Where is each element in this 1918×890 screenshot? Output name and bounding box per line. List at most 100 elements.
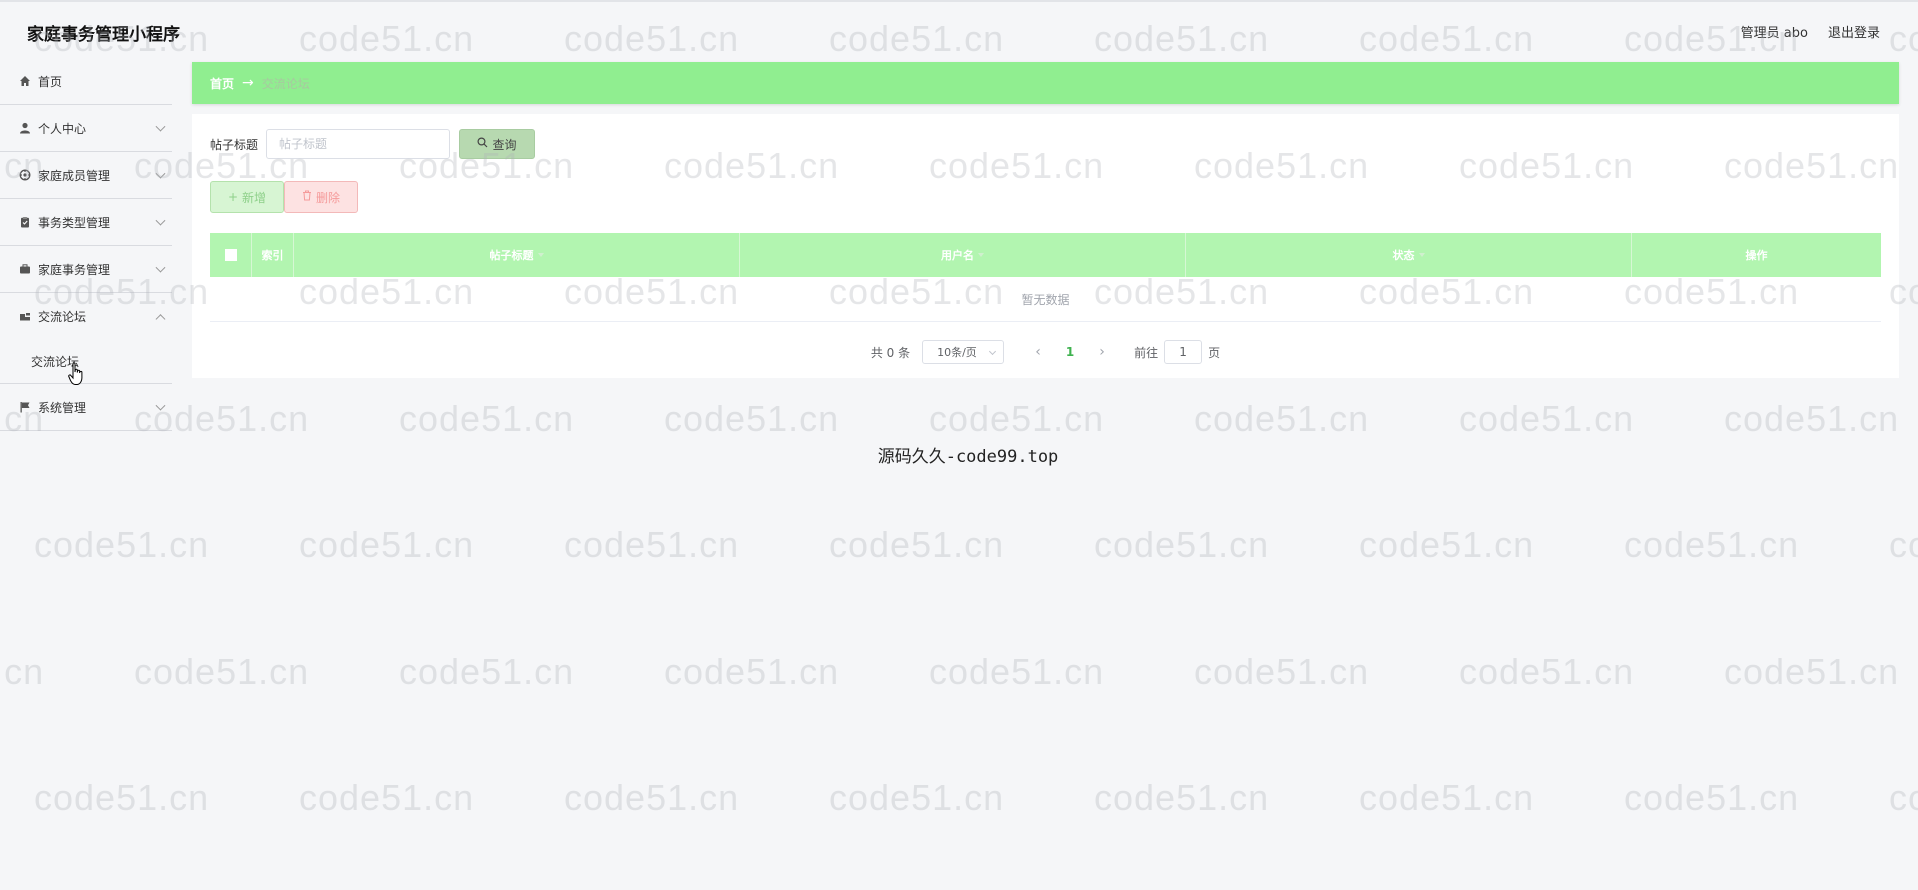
watermark-text: code51.cn [399,651,575,692]
watermark-text: code51.cn [1194,398,1370,439]
sidebar-item-personal-center[interactable]: 个人中心 [0,105,172,152]
sidebar-item-forum[interactable]: 交流论坛 [0,293,172,340]
trash-icon [302,190,312,204]
sidebar-item-label: 家庭事务管理 [38,262,111,277]
watermark-text: code51.cn [299,524,475,565]
breadcrumb-home-link[interactable]: 首页 [210,75,234,92]
watermark-text: code51.cn [1459,398,1635,439]
sidebar-item-label: 家庭成员管理 [38,168,111,183]
watermark-text: code51.cn [664,398,840,439]
sidebar-item-family-affairs[interactable]: 家庭事务管理 [0,246,172,293]
watermark-text: code51.cn [1624,524,1800,565]
sidebar-item-label: 事务类型管理 [38,215,111,230]
watermark-text: code51.cn [1624,777,1800,818]
add-button[interactable]: + 新增 [210,181,284,213]
breadcrumb-arrow-icon: → [242,75,254,91]
watermark-text: code51.cn [1724,398,1900,439]
add-button-label: 新增 [242,190,267,205]
prev-page-button[interactable]: ‹ [1024,344,1052,360]
gear-circle-icon [19,169,31,181]
watermark-text: code51.cn [564,524,740,565]
search-input[interactable] [266,129,450,159]
delete-button-label: 删除 [315,190,340,205]
logout-button[interactable]: 退出登录 [1828,22,1880,41]
plus-icon: + [227,190,239,204]
flag-icon [19,401,31,413]
user-icon [19,122,31,134]
sidebar-item-label: 个人中心 [38,121,87,136]
search-icon [477,137,488,151]
column-header-username[interactable]: 用户名 [740,233,1186,277]
watermark-text: code51.cn [929,651,1105,692]
next-page-button[interactable]: › [1088,344,1116,360]
column-header-title[interactable]: 帖子标题 [294,233,740,277]
chevron-down-icon [155,262,166,273]
table-header: 索引 帖子标题 用户名 状态 操作 [210,233,1881,277]
page-number-current[interactable]: 1 [1052,345,1088,359]
column-header-status[interactable]: 状态 [1186,233,1632,277]
watermark-text: code51.cn [1094,524,1270,565]
admin-user-label[interactable]: 管理员 abo [1741,22,1808,41]
pagination-total: 共 0 条 [870,345,911,360]
clipboard-icon [19,216,31,228]
sort-icon[interactable] [537,253,544,257]
header-actions: 管理员 abo 退出登录 [1741,22,1880,41]
sidebar-item-label: 交流论坛 [38,310,87,324]
footer-text: 源码久久-code99.top [877,447,1059,467]
watermark-text: code51.cn [829,524,1005,565]
watermark-text: code51.cn [1459,651,1635,692]
breadcrumb: 首页 → 交流论坛 [192,62,1899,104]
sort-icon[interactable] [978,253,984,257]
watermark-text: code51.cn [299,777,475,818]
submenu-item-forum[interactable]: 交流论坛 [0,340,172,384]
watermark-text: code51.cn [564,777,740,818]
sidebar-item-affair-types[interactable]: 事务类型管理 [0,199,172,246]
jump-page-input[interactable] [1164,340,1203,364]
watermark-text: code51.cn [399,398,575,439]
jump-label: 前往 [1134,345,1159,360]
home-icon [19,75,31,87]
watermark-text: code51.cn [1359,777,1535,818]
watermark-text: code51.cn [829,777,1005,818]
watermark-text: code51.cn [1889,524,1918,565]
page-unit-label: 页 [1208,345,1221,360]
watermark-text: code51.cn [929,398,1105,439]
chevron-down-icon [155,168,166,179]
page-size-select[interactable]: 10条/页 [922,340,1005,364]
breadcrumb-current: 交流论坛 [261,76,310,91]
top-header: 家庭事务管理小程序 管理员 abo 退出登录 [0,0,1918,58]
column-header-index: 索引 [252,233,294,277]
sidebar: 首页 个人中心 家庭成员管理 事务类型管理 家庭事务管理 交流论坛 交流论坛 系… [0,58,172,890]
select-all-checkbox[interactable] [224,249,237,261]
query-button-label: 查询 [492,137,517,152]
hand-cursor-icon [68,362,86,390]
watermark-text: code51.cn [1194,651,1370,692]
watermark-text: code51.cn [1094,777,1270,818]
briefcase-icon [19,263,31,275]
sidebar-item-home[interactable]: 首页 [0,58,172,105]
sidebar-item-label: 首页 [38,74,63,89]
delete-button[interactable]: 删除 [284,181,358,213]
page-jumper: 前往 页 [1134,340,1220,364]
search-label: 帖子标题 [210,138,259,152]
watermark-text: code51.cn [1724,651,1900,692]
forum-icon [19,311,31,323]
sidebar-item-system[interactable]: 系统管理 [0,384,172,431]
chevron-down-icon [155,121,166,132]
sort-icon[interactable] [1418,253,1425,257]
pagination: 共 0 条 10条/页 ‹ 1 › 前往 页 [192,338,1899,366]
table-empty-row: 暂无数据 [210,277,1881,322]
watermark-text: code51.cn [664,651,840,692]
sidebar-item-family-members[interactable]: 家庭成员管理 [0,152,172,199]
watermark-text: code51.cn [1359,524,1535,565]
column-header-actions: 操作 [1745,249,1768,262]
chevron-up-icon [155,313,166,324]
query-button[interactable]: 查询 [459,129,535,159]
chevron-down-icon [155,400,166,411]
select-all-checkbox-cell[interactable] [210,233,252,277]
chevron-down-icon [989,347,997,356]
watermark-text: code51.cn [1889,777,1918,818]
app-title: 家庭事务管理小程序 [27,25,180,45]
content-panel: 帖子标题 查询 + 新增 删除 索引 帖子标题 用户名 状态 操作 [192,114,1899,378]
empty-text: 暂无数据 [1021,292,1070,307]
